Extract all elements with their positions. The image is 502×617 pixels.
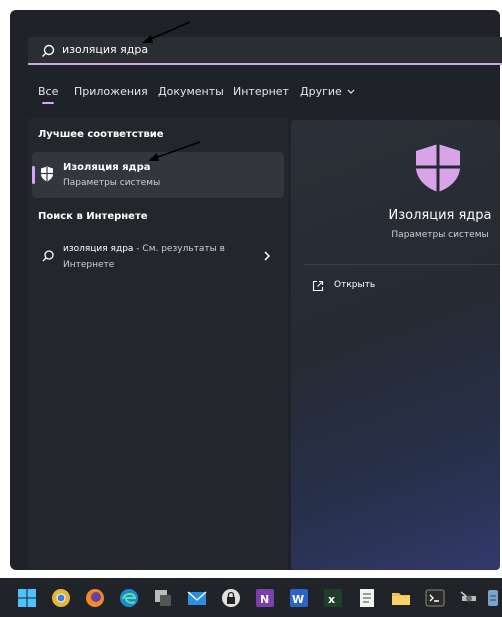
preview-subtitle: Параметры системы [391, 230, 489, 240]
best-match-subtitle: Параметры системы [63, 178, 161, 188]
windows-start-icon[interactable] [16, 587, 38, 609]
divider [304, 264, 500, 265]
onenote-icon[interactable]: N [254, 587, 276, 609]
chevron-down-icon [347, 89, 355, 94]
app-icon[interactable] [152, 587, 174, 609]
chrome-icon[interactable] [50, 587, 72, 609]
tools-icon[interactable] [458, 587, 480, 609]
svg-text:x: x [328, 593, 335, 606]
open-external-icon [312, 280, 324, 292]
excel-icon[interactable]: x [322, 587, 344, 609]
taskbar: N W x [0, 578, 502, 617]
tab-internet[interactable]: Интернет [233, 84, 289, 100]
svg-text:W: W [292, 593, 304, 606]
tab-apps[interactable]: Приложения [74, 84, 148, 100]
best-match-result[interactable]: Изоляция ядра Параметры системы [32, 152, 284, 198]
preview-pane [291, 120, 500, 570]
mail-icon[interactable] [186, 587, 208, 609]
search-box[interactable]: изоляция ядра [28, 37, 502, 65]
open-action-label: Открыть [334, 280, 376, 290]
search-icon [42, 44, 55, 57]
chevron-right-icon[interactable] [262, 250, 272, 262]
selection-indicator [32, 166, 35, 184]
lock-app-icon[interactable] [220, 587, 242, 609]
storage-icon[interactable] [486, 587, 500, 609]
preview-title: Изоляция ядра [388, 208, 492, 223]
tab-documents[interactable]: Документы [158, 84, 224, 100]
edge-icon[interactable] [118, 587, 140, 609]
open-action[interactable]: Открыть [304, 276, 500, 298]
shield-icon [416, 144, 460, 192]
tab-other-label: Другие [300, 85, 342, 98]
search-input[interactable]: изоляция ядра [62, 42, 148, 58]
explorer-icon[interactable] [390, 587, 412, 609]
firefox-icon[interactable] [84, 587, 106, 609]
shield-icon [41, 166, 53, 182]
tab-all[interactable]: Все [38, 84, 58, 104]
web-result-query: изоляция ядра [63, 244, 134, 254]
web-result-suffix: - См. результаты в [133, 244, 225, 254]
search-icon [42, 250, 54, 262]
web-search-result[interactable]: изоляция ядра - См. результаты в Интерне… [32, 240, 284, 276]
notepad-icon[interactable] [356, 587, 378, 609]
best-match-title: Изоляция ядра [63, 162, 151, 173]
web-search-heading: Поиск в Интернете [38, 211, 148, 222]
word-icon[interactable]: W [288, 587, 310, 609]
svg-text:N: N [260, 593, 269, 606]
best-match-heading: Лучшее соответствие [38, 129, 164, 140]
terminal-icon[interactable] [424, 587, 446, 609]
web-result-line2: Интернете [63, 260, 115, 270]
tab-other[interactable]: Другие [300, 84, 355, 100]
web-result-text: изоляция ядра - См. результаты в [63, 244, 225, 254]
